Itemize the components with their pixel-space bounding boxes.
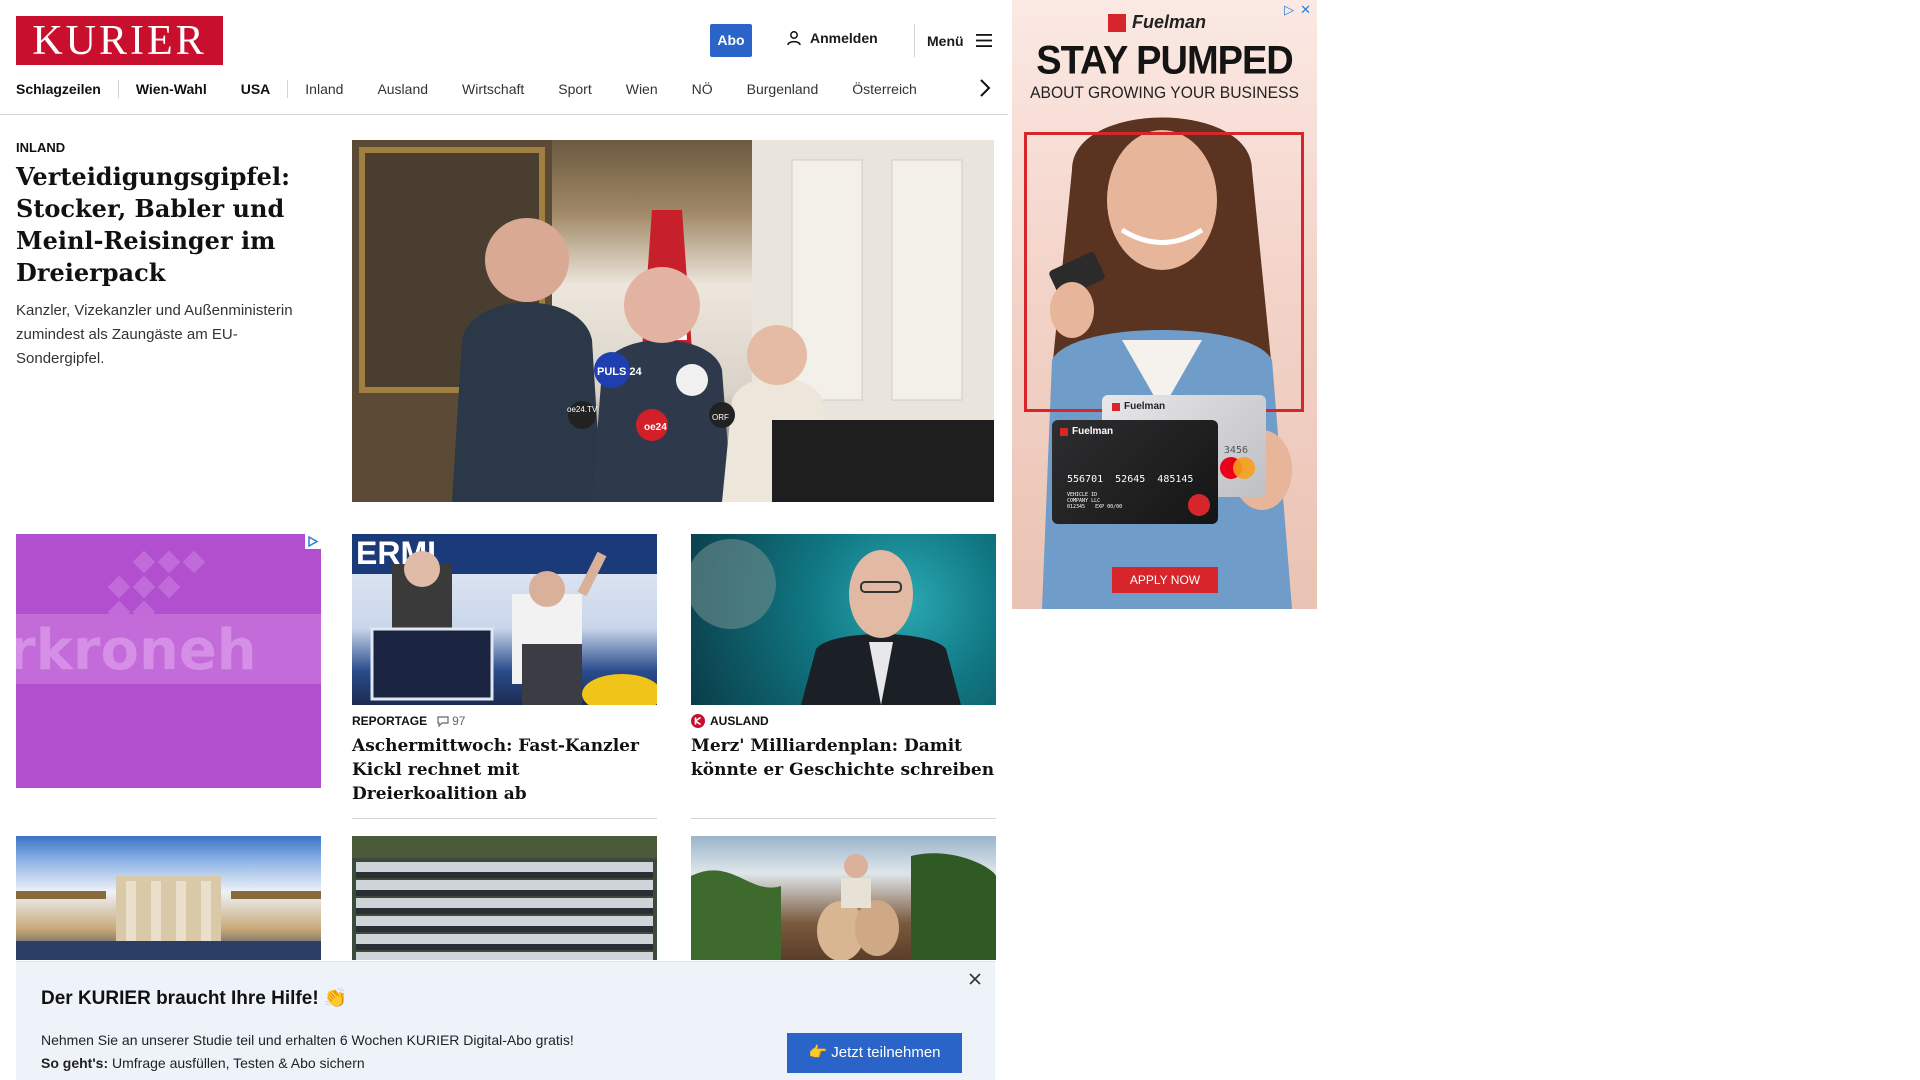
article-meta: AUSLAND — [691, 714, 996, 728]
ad-controls: ▷ ✕ — [1284, 2, 1311, 18]
card-number-partial: 3456 — [1223, 445, 1248, 456]
card-divider — [352, 818, 657, 819]
ad-watermark: rkroneh — [16, 618, 257, 683]
ad-choices-icon[interactable] — [305, 534, 321, 549]
main-navigation: Schlagzeilen Wien-Wahl USA Inland Auslan… — [16, 80, 934, 98]
popup-title: Der KURIER braucht Ihre Hilfe! 👏 — [41, 988, 348, 1009]
card-text: 012345 — [1067, 504, 1086, 510]
hero-teaser: Kanzler, Vizekanzler und Außenministerin… — [16, 302, 293, 367]
nav-item-burgenland[interactable]: Burgenland — [730, 81, 836, 97]
user-icon — [787, 31, 801, 46]
nav-item-schlagzeilen[interactable]: Schlagzeilen — [16, 81, 118, 97]
menu-label: Menü — [927, 32, 964, 49]
nav-item-wirtschaft[interactable]: Wirtschaft — [445, 81, 541, 97]
card-number: 556701 52645 485145 — [1067, 474, 1194, 485]
abo-button[interactable]: Abo — [710, 24, 752, 57]
comment-count-value: 97 — [452, 714, 466, 728]
close-icon[interactable] — [968, 972, 982, 986]
hero-kicker: INLAND — [16, 140, 66, 155]
fuelman-logo-icon — [1112, 402, 1120, 411]
article-headline[interactable]: Merz' Milliardenplan: Damit könnte er Ge… — [691, 734, 996, 782]
nav-item-inland[interactable]: Inland — [288, 81, 360, 97]
ad-subline: ABOUT GROWING YOUR BUSINESS — [1030, 83, 1299, 102]
ad-headline: STAY PUMPED — [1036, 38, 1293, 84]
nav-item-oesterreich[interactable]: Österreich — [835, 81, 934, 97]
article-kicker: REPORTAGE — [352, 714, 428, 728]
site-header: KURIER Abo Anmelden Menü Schlagzeilen Wi… — [0, 0, 1008, 115]
nav-item-ausland[interactable]: Ausland — [360, 81, 445, 97]
hero-image[interactable]: PULS 24 oe24 oe24.TV ORF — [352, 140, 994, 502]
comment-count[interactable]: 97 — [437, 714, 465, 728]
nav-item-wien-wahl[interactable]: Wien-Wahl — [119, 81, 224, 97]
mastercard-icon — [1220, 457, 1256, 479]
mic-label: oe24.TV — [567, 405, 598, 414]
nav-item-noe[interactable]: NÖ — [675, 81, 730, 97]
article-card[interactable]: ERMI REPORTAGE 97 Aschermittwoch: Fast-K… — [352, 534, 657, 806]
card-brand: Fuelman — [1072, 426, 1114, 437]
chevron-right-icon[interactable] — [978, 78, 992, 98]
kurier-logo[interactable]: KURIER — [16, 16, 223, 65]
nav-item-wien[interactable]: Wien — [609, 81, 675, 97]
article-meta: REPORTAGE 97 — [352, 714, 657, 728]
premium-tag: AUSLAND — [691, 714, 769, 728]
article-kicker: AUSLAND — [710, 714, 769, 728]
ad-brand: Fuelman — [1108, 12, 1206, 33]
press-conference-photo: PULS 24 oe24 oe24.TV ORF — [352, 140, 994, 502]
hamburger-icon — [975, 34, 992, 47]
article-image[interactable] — [352, 836, 657, 960]
fuelman-logo-icon — [1060, 427, 1068, 436]
comment-icon — [437, 715, 449, 727]
article-headline[interactable]: Aschermittwoch: Fast-Kanzler Kickl rechn… — [352, 734, 657, 806]
survey-popup: Der KURIER braucht Ihre Hilfe! 👏 Nehmen … — [16, 961, 995, 1080]
mic-label: PULS 24 — [597, 366, 643, 378]
hero-article[interactable]: INLAND Verteidigungsgipfel: Stocker, Bab… — [16, 140, 326, 371]
login-link[interactable]: Anmelden — [786, 30, 878, 46]
fuel-card-front: Fuelman 556701 52645 485145 VEHICLE ID C… — [1052, 420, 1218, 524]
login-label: Anmelden — [810, 30, 878, 46]
article-image[interactable] — [691, 534, 996, 705]
fuelman-logo-icon — [1108, 13, 1126, 32]
kurier-plus-icon — [691, 714, 705, 728]
mic-label: ORF — [712, 413, 729, 422]
advertisement-banner[interactable]: rkroneh — [16, 534, 321, 788]
ad-red-frame — [1024, 132, 1304, 412]
ad-brand-name: Fuelman — [1132, 12, 1207, 32]
article-image[interactable]: ERMI — [352, 534, 657, 705]
article-image[interactable] — [691, 836, 996, 960]
apply-now-button[interactable]: APPLY NOW — [1112, 567, 1218, 593]
fuel-pump-icon — [1188, 494, 1210, 516]
ad-graphic: rkroneh — [16, 550, 321, 684]
ad-choices-icon[interactable]: ▷ — [1284, 2, 1294, 18]
article-image[interactable] — [16, 836, 321, 960]
menu-button[interactable]: Menü — [914, 24, 992, 57]
nav-item-usa[interactable]: USA — [224, 81, 288, 97]
popup-line2-bold: So geht's: — [41, 1055, 109, 1071]
join-study-button[interactable]: 👉 Jetzt teilnehmen — [787, 1033, 962, 1073]
article-card[interactable]: AUSLAND Merz' Milliardenplan: Damit könn… — [691, 534, 996, 782]
card-text: EXP 00/00 — [1095, 504, 1123, 510]
fuelman-advertisement[interactable]: ▷ ✕ Fuelman STAY PUMPED ABOUT GROWING YO… — [1012, 0, 1317, 609]
card-divider — [691, 818, 996, 819]
nav-item-sport[interactable]: Sport — [541, 81, 608, 97]
mic-label: oe24 — [644, 422, 667, 433]
close-icon[interactable]: ✕ — [1300, 2, 1311, 18]
popup-line1: Nehmen Sie an unserer Studie teil und er… — [41, 1032, 574, 1048]
hero-headline[interactable]: Verteidigungsgipfel: Stocker, Babler und… — [16, 161, 326, 289]
popup-text: Nehmen Sie an unserer Studie teil und er… — [41, 1029, 574, 1075]
popup-line2: Umfrage ausfüllen, Testen & Abo sichern — [112, 1055, 365, 1071]
card-brand: Fuelman — [1124, 401, 1166, 412]
